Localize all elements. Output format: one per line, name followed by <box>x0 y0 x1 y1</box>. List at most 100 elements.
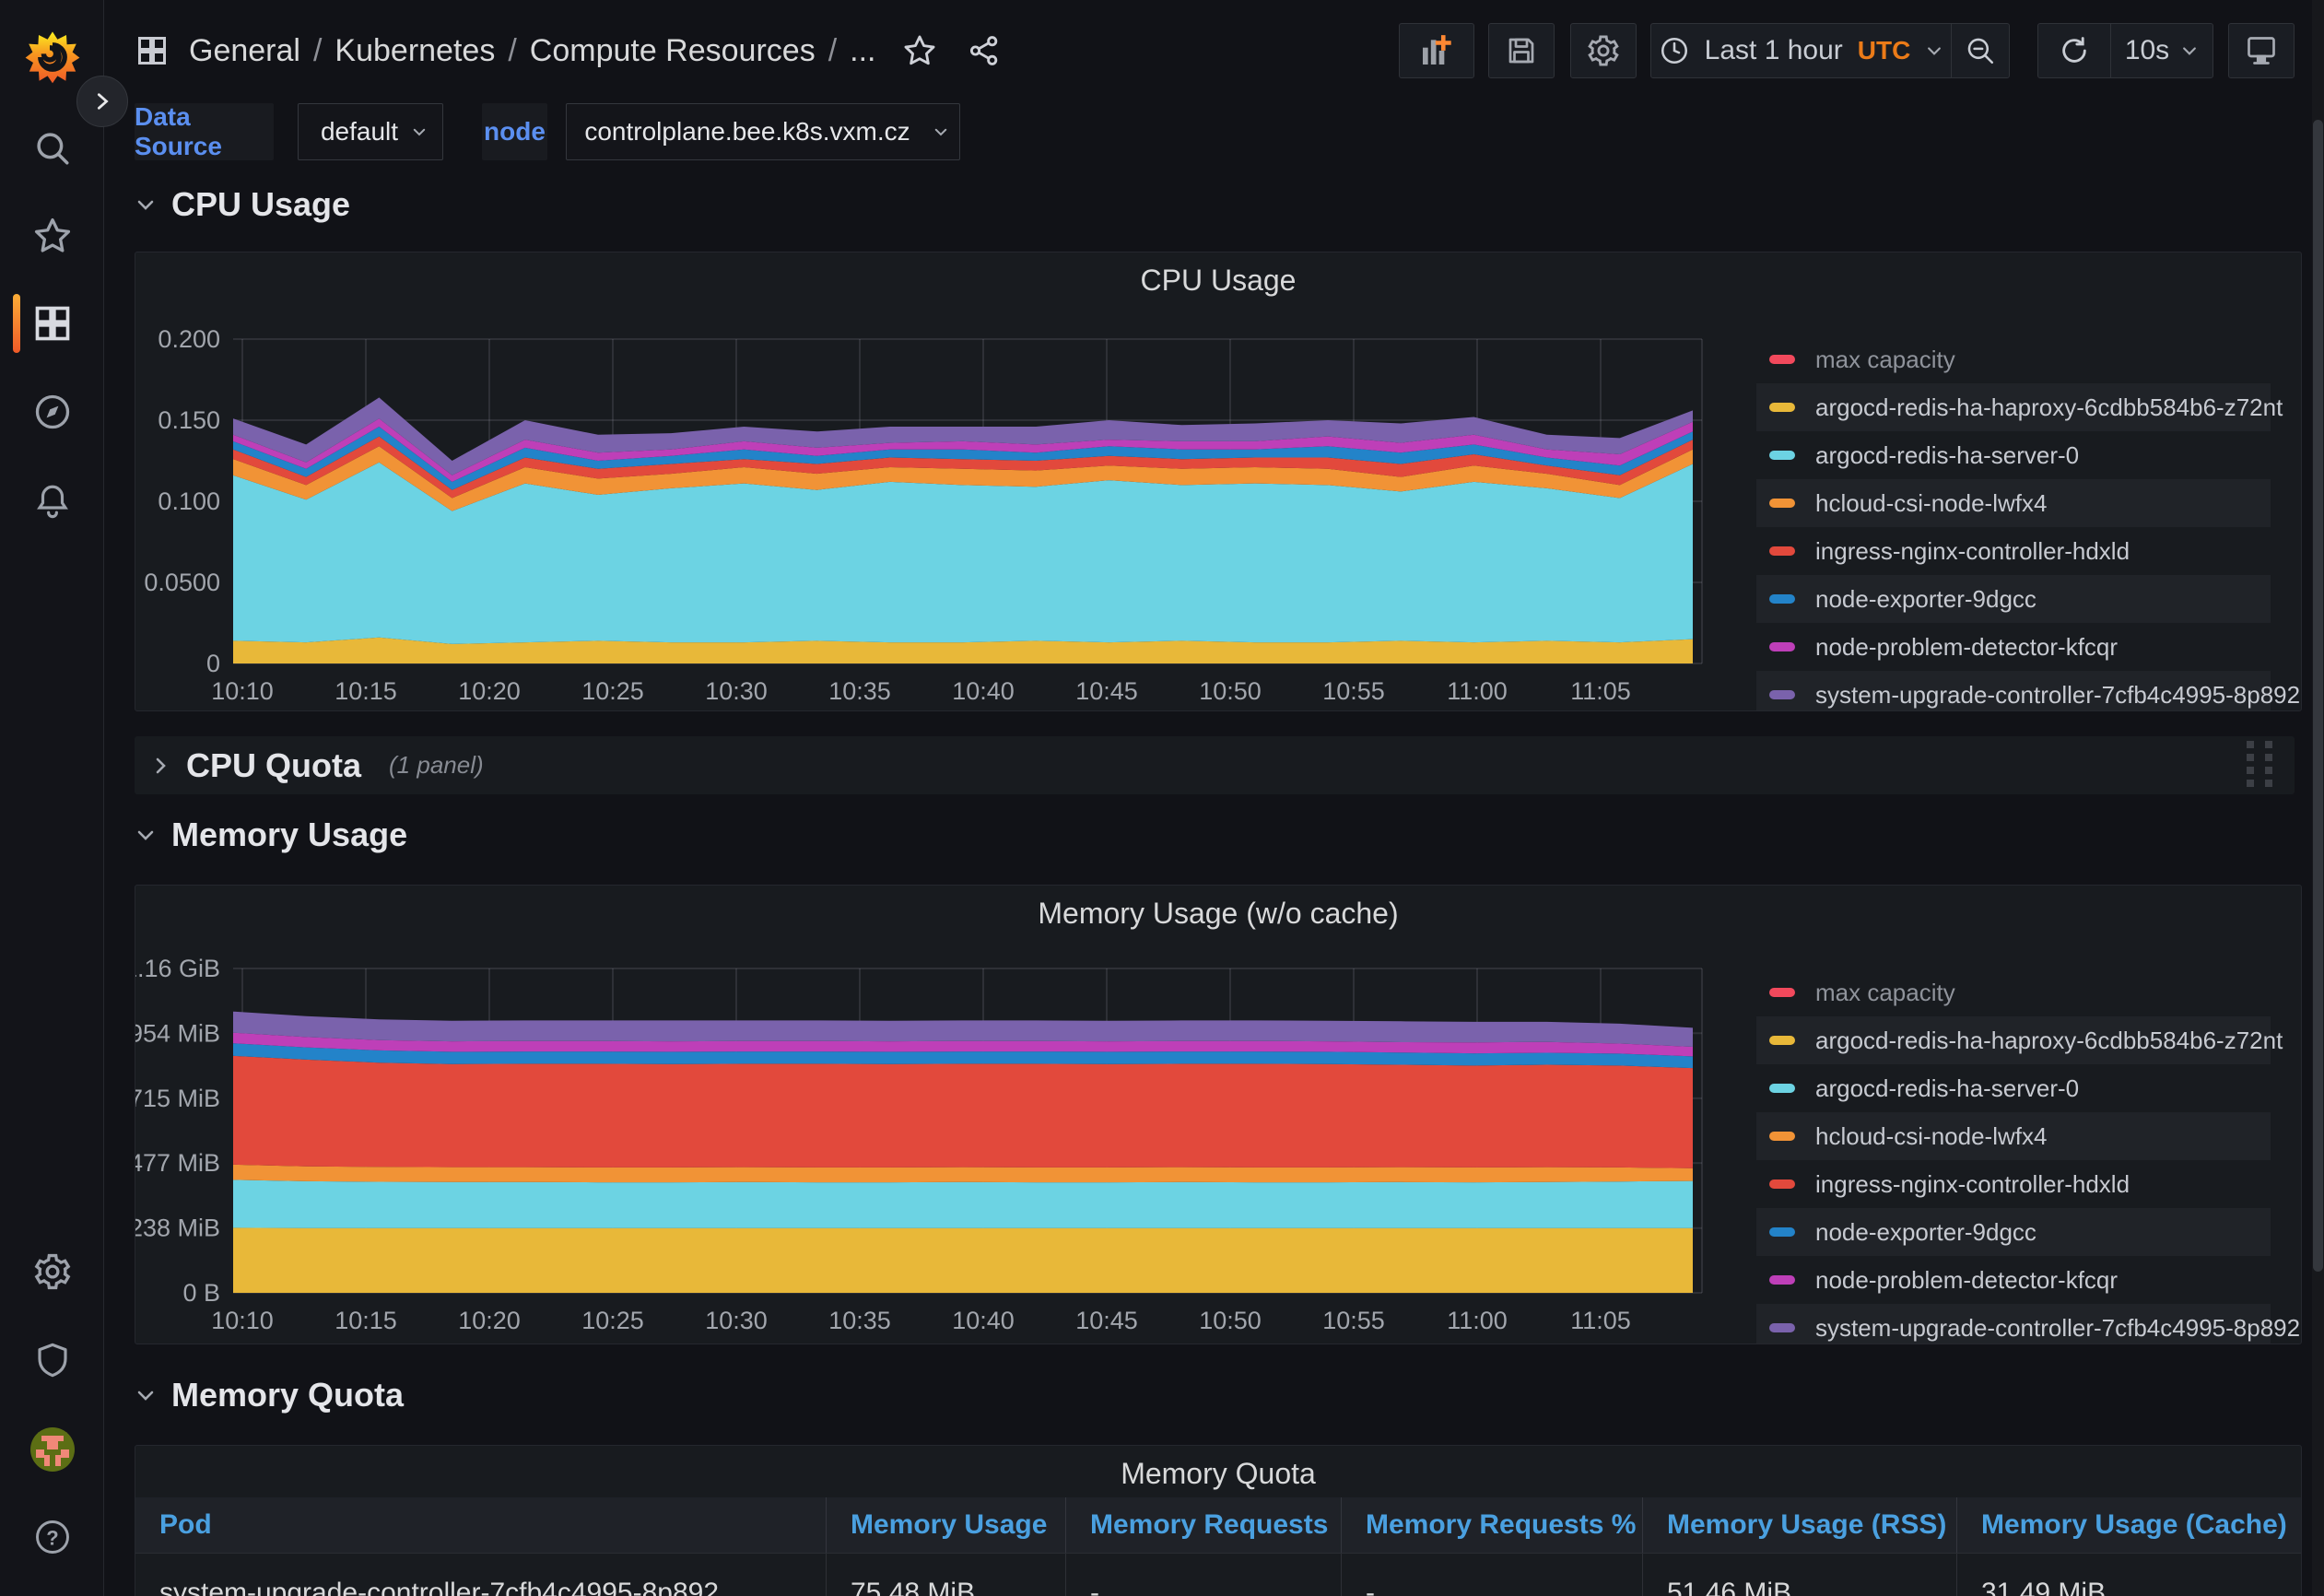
share-dashboard-button[interactable] <box>959 26 1009 76</box>
section-row-memory-quota[interactable]: Memory Quota <box>135 1374 404 1416</box>
svg-text:0.0500: 0.0500 <box>144 569 220 596</box>
legend-item[interactable]: ingress-nginx-controller-hdxld <box>1756 527 2271 575</box>
sidebar-item-configuration[interactable] <box>0 1238 104 1305</box>
legend-item[interactable]: node-problem-detector-kfcqr <box>1756 623 2271 671</box>
table-header-cell[interactable]: Memory Usage (Cache) <box>1956 1497 2302 1553</box>
gear-icon <box>32 1251 73 1292</box>
chevron-down-icon <box>135 194 157 216</box>
sidebar-expand-button[interactable] <box>76 76 128 127</box>
svg-text:10:55: 10:55 <box>1322 1307 1385 1334</box>
table-header-cell[interactable]: Pod <box>135 1497 826 1553</box>
table-header-cell[interactable]: Memory Usage <box>826 1497 1065 1553</box>
legend-item[interactable]: system-upgrade-controller-7cfb4c4995-8p8… <box>1756 1304 2271 1344</box>
legend-item[interactable]: system-upgrade-controller-7cfb4c4995-8p8… <box>1756 671 2271 711</box>
table-cell: system-upgrade-controller-7cfb4c4995-8p8… <box>135 1554 826 1596</box>
refresh-dashboard-button[interactable] <box>2038 24 2110 77</box>
legend-item[interactable]: argocd-redis-ha-server-0 <box>1756 431 2271 479</box>
svg-text:0: 0 <box>206 650 220 677</box>
sidebar-item-explore[interactable] <box>0 379 104 445</box>
legend-item[interactable]: max capacity <box>1756 335 2271 383</box>
legend-swatch <box>1769 690 1795 699</box>
legend-swatch <box>1769 403 1795 412</box>
legend-swatch <box>1769 1179 1795 1189</box>
table-cell: 31.49 MiB <box>1956 1554 2302 1596</box>
table-header-cell[interactable]: Memory Requests % <box>1341 1497 1642 1553</box>
sidebar-item-help[interactable]: ? <box>0 1504 104 1570</box>
sidebar-item-alerting[interactable] <box>0 468 104 534</box>
sidebar-item-profile[interactable] <box>0 1416 104 1483</box>
cpu-usage-legend: max capacity argocd-redis-ha-haproxy-6cdb… <box>1756 335 2271 711</box>
svg-text:10:30: 10:30 <box>705 1307 768 1334</box>
svg-text:10:55: 10:55 <box>1322 677 1385 705</box>
svg-text:10:15: 10:15 <box>335 1307 397 1334</box>
breadcrumb-item-compute-resources[interactable]: Compute Resources <box>530 33 816 69</box>
legend-item[interactable]: hcloud-csi-node-lwfx4 <box>1756 1112 2271 1160</box>
sidebar-item-dashboards[interactable] <box>0 290 104 357</box>
breadcrumb-item-kubernetes[interactable]: Kubernetes <box>335 33 495 69</box>
scrollbar-track <box>2312 0 2324 1596</box>
svg-text:10:35: 10:35 <box>828 1307 891 1334</box>
legend-item[interactable]: hcloud-csi-node-lwfx4 <box>1756 479 2271 527</box>
sidebar-item-server-admin[interactable] <box>0 1327 104 1393</box>
sidebar-item-search[interactable] <box>0 115 104 182</box>
legend-swatch <box>1769 451 1795 460</box>
table-header-cell[interactable]: Memory Requests <box>1065 1497 1341 1553</box>
add-panel-icon <box>1418 32 1455 69</box>
time-range-picker[interactable]: Last 1 hour UTC <box>1651 24 1951 77</box>
zoom-out-icon <box>1965 35 1996 66</box>
legend-item[interactable]: node-exporter-9dgcc <box>1756 1208 2271 1256</box>
row-drag-handle[interactable] <box>2241 745 2282 786</box>
legend-swatch <box>1769 1036 1795 1045</box>
legend-item[interactable]: argocd-redis-ha-server-0 <box>1756 1064 2271 1112</box>
chevron-down-icon <box>411 123 428 140</box>
breadcrumb-item-general[interactable]: General <box>189 33 300 69</box>
legend-item[interactable]: node-exporter-9dgcc <box>1756 575 2271 623</box>
legend-label: max capacity <box>1815 346 1955 374</box>
sidebar-item-starred[interactable] <box>0 203 104 269</box>
save-dashboard-button[interactable] <box>1488 23 1555 78</box>
svg-text:10:20: 10:20 <box>458 1307 521 1334</box>
legend-label: hcloud-csi-node-lwfx4 <box>1815 489 2047 518</box>
legend-item[interactable]: argocd-redis-ha-haproxy-6cdbb584b6-z72nt <box>1756 1016 2271 1064</box>
datasource-variable-label[interactable]: Data Source <box>135 103 274 160</box>
legend-item[interactable]: argocd-redis-ha-haproxy-6cdbb584b6-z72nt <box>1756 383 2271 431</box>
panel-title-memory-quota[interactable]: Memory Quota <box>135 1457 2301 1491</box>
dashboard-settings-button[interactable] <box>1570 23 1637 78</box>
cpu-usage-panel: CPU Usage 00.05000.1000.1500.20010:1010:… <box>135 252 2302 711</box>
compass-icon <box>32 392 73 432</box>
node-variable-dropdown[interactable]: controlplane.bee.k8s.vxm.cz <box>566 103 960 160</box>
section-row-cpu-usage[interactable]: CPU Usage <box>135 183 350 226</box>
memory-quota-panel: Memory Quota PodMemory UsageMemory Reque… <box>135 1445 2302 1596</box>
scrollbar-thumb[interactable] <box>2313 120 2323 1272</box>
section-row-memory-usage[interactable]: Memory Usage <box>135 814 407 856</box>
favorite-dashboard-button[interactable] <box>895 26 945 76</box>
active-section-indicator <box>13 294 20 353</box>
panel-count: (1 panel) <box>389 751 484 780</box>
legend-swatch <box>1769 499 1795 508</box>
svg-text:0.100: 0.100 <box>158 487 220 515</box>
legend-item[interactable]: ingress-nginx-controller-hdxld <box>1756 1160 2271 1208</box>
node-variable-label[interactable]: node <box>482 103 547 160</box>
legend-label: node-problem-detector-kfcqr <box>1815 633 2118 662</box>
svg-text:10:45: 10:45 <box>1075 677 1138 705</box>
chevron-down-icon <box>933 123 949 140</box>
datasource-variable-dropdown[interactable]: default <box>298 103 443 160</box>
svg-text:0.200: 0.200 <box>158 325 220 353</box>
legend-item[interactable]: max capacity <box>1756 968 2271 1016</box>
legend-label: node-problem-detector-kfcqr <box>1815 1266 2118 1295</box>
refresh-interval-dropdown[interactable]: 10s <box>2111 24 2212 77</box>
section-row-cpu-quota[interactable]: CPU Quota (1 panel) <box>135 736 2295 794</box>
svg-text:10:40: 10:40 <box>952 677 1015 705</box>
datasource-value: default <box>299 117 398 147</box>
legend-item[interactable]: node-problem-detector-kfcqr <box>1756 1256 2271 1304</box>
cycle-view-mode-button[interactable] <box>2228 23 2295 78</box>
table-header-cell[interactable]: Memory Usage (RSS) <box>1642 1497 1956 1553</box>
star-icon <box>32 216 73 256</box>
legend-label: system-upgrade-controller-7cfb4c4995-8p8… <box>1815 681 2300 710</box>
legend-swatch <box>1769 1084 1795 1093</box>
memory-usage-legend: max capacityargocd-redis-ha-haproxy-6cdb… <box>1756 968 2271 1344</box>
zoom-out-time-button[interactable] <box>1952 24 2009 77</box>
legend-swatch <box>1769 546 1795 556</box>
add-panel-button[interactable] <box>1399 23 1474 78</box>
dashboards-breadcrumb-icon <box>135 34 169 67</box>
